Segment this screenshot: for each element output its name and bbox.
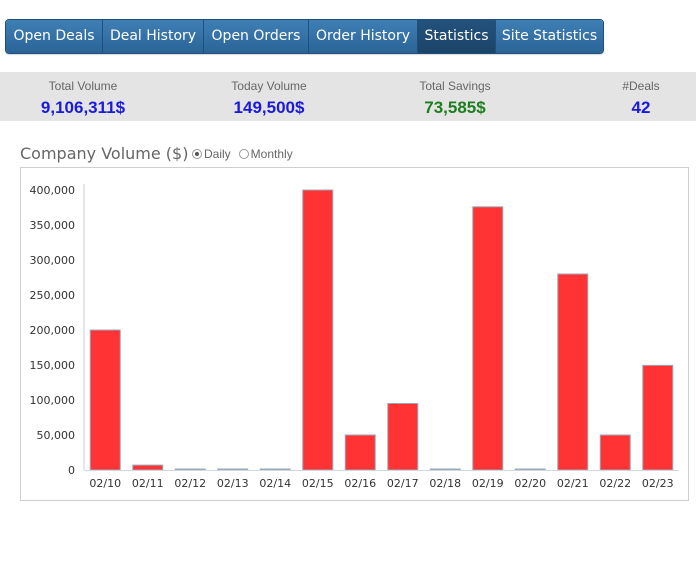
x-tick-label: 02/13 bbox=[217, 477, 249, 490]
bar bbox=[302, 189, 334, 471]
tab-statistics[interactable]: Statistics bbox=[418, 20, 496, 53]
bar bbox=[599, 434, 631, 471]
y-tick-label: 300,000 bbox=[30, 254, 76, 267]
main-nav: Open Deals Deal History Open Orders Orde… bbox=[5, 19, 604, 54]
bar bbox=[174, 468, 206, 471]
radio-monthly-label: Monthly bbox=[250, 147, 293, 161]
bar bbox=[132, 464, 164, 471]
x-tick-label: 02/14 bbox=[259, 477, 291, 490]
stat-total-savings: Total Savings 73,585$ bbox=[395, 78, 515, 119]
radio-monthly[interactable]: Monthly bbox=[238, 147, 293, 161]
x-tick-label: 02/10 bbox=[89, 477, 121, 490]
chart-container: 0 50,000 100,000 150,000 200,000 250,000 300,0… bbox=[20, 167, 689, 501]
y-tick-label: 100,000 bbox=[30, 394, 76, 407]
y-tick-label: 250,000 bbox=[30, 289, 76, 302]
x-tick-label: 02/18 bbox=[429, 477, 461, 490]
radio-checked-icon[interactable] bbox=[192, 149, 202, 159]
stat-value: 9,106,311$ bbox=[40, 98, 126, 117]
tab-site-statistics[interactable]: Site Statistics bbox=[496, 20, 603, 53]
x-tick-label: 02/20 bbox=[514, 477, 546, 490]
radio-daily-label: Daily bbox=[204, 147, 231, 161]
stats-band: Total Volume 9,106,311$ Today Volume 149… bbox=[0, 72, 696, 121]
stat-label: Total Savings bbox=[419, 79, 491, 93]
x-tick-label: 02/22 bbox=[599, 477, 631, 490]
x-tick-label: 02/12 bbox=[174, 477, 206, 490]
x-tick-label: 02/11 bbox=[132, 477, 164, 490]
stat-label: Today Volume bbox=[231, 79, 307, 93]
radio-daily[interactable]: Daily bbox=[192, 147, 231, 161]
stat-deals: #Deals 42 bbox=[600, 78, 682, 119]
x-tick-label: 02/16 bbox=[344, 477, 376, 490]
stat-value: 42 bbox=[631, 98, 651, 117]
tab-open-orders[interactable]: Open Orders bbox=[204, 20, 309, 53]
x-tick-label: 02/15 bbox=[302, 477, 334, 490]
y-tick-label: 50,000 bbox=[37, 429, 76, 442]
bar bbox=[89, 329, 121, 471]
bar bbox=[387, 403, 419, 471]
stat-value: 73,585$ bbox=[424, 98, 486, 117]
stat-total-volume: Total Volume 9,106,311$ bbox=[23, 78, 143, 119]
chart-title: Company Volume ($) bbox=[20, 144, 189, 163]
bar bbox=[344, 434, 376, 471]
bar bbox=[557, 273, 589, 471]
x-tick-label: 02/21 bbox=[557, 477, 589, 490]
x-tick-label: 02/19 bbox=[472, 477, 504, 490]
tab-deal-history[interactable]: Deal History bbox=[103, 20, 204, 53]
radio-unchecked-icon[interactable] bbox=[238, 149, 249, 159]
y-tick-label: 200,000 bbox=[30, 324, 76, 337]
bar bbox=[259, 468, 291, 471]
tab-open-deals[interactable]: Open Deals bbox=[6, 20, 103, 53]
tab-order-history[interactable]: Order History bbox=[309, 20, 418, 53]
stat-today-volume: Today Volume 149,500$ bbox=[210, 78, 328, 119]
bar bbox=[514, 468, 546, 471]
y-tick-label: 400,000 bbox=[30, 184, 76, 197]
stat-label: #Deals bbox=[622, 79, 660, 93]
stat-label: Total Volume bbox=[48, 79, 118, 93]
y-tick-label: 350,000 bbox=[30, 219, 76, 232]
bar bbox=[642, 364, 674, 471]
y-tick-label: 0 bbox=[68, 464, 75, 477]
period-radio-group: Daily Monthly bbox=[192, 147, 301, 161]
y-tick-label: 150,000 bbox=[30, 359, 76, 372]
x-tick-label: 02/23 bbox=[642, 477, 674, 490]
stat-value: 149,500$ bbox=[233, 98, 305, 117]
bar bbox=[217, 468, 249, 471]
bar bbox=[429, 468, 461, 471]
bar-chart: 0 50,000 100,000 150,000 200,000 250,000 300,0… bbox=[30, 184, 679, 490]
bar bbox=[472, 206, 504, 471]
x-tick-label: 02/17 bbox=[387, 477, 419, 490]
